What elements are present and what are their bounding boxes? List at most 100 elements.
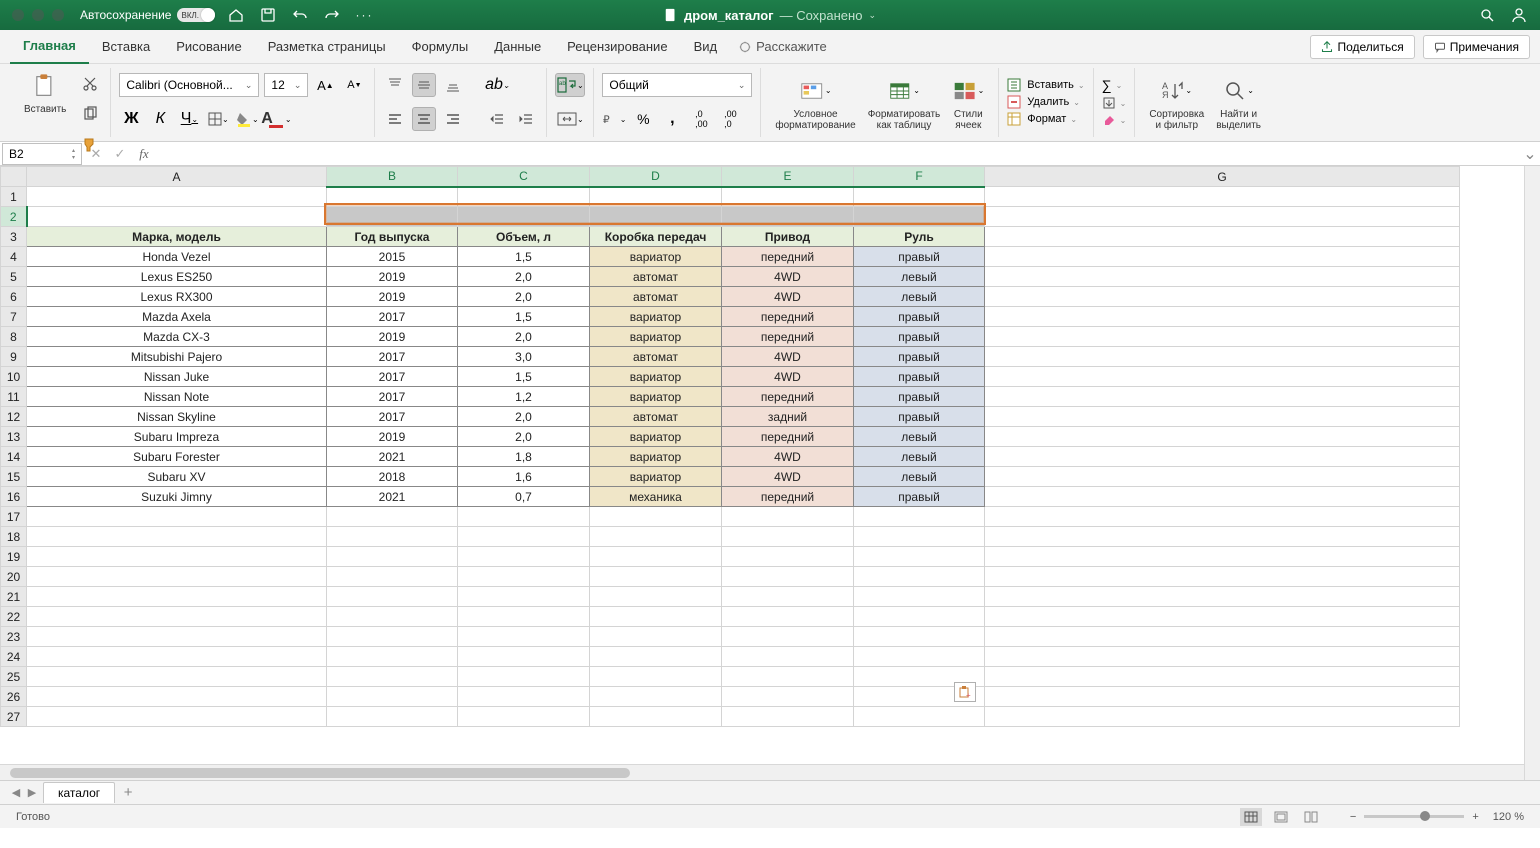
row-header-27[interactable]: 27 [1, 707, 27, 727]
cell-A8[interactable]: Mazda CX-3 [27, 327, 327, 347]
autosave-toggle[interactable]: ВКЛ. [177, 8, 215, 22]
col-header-F[interactable]: F [854, 167, 985, 187]
search-icon[interactable] [1478, 6, 1496, 24]
cell-C13[interactable]: 2,0 [458, 427, 590, 447]
cell-E11[interactable]: передний [722, 387, 854, 407]
cell-A1[interactable] [27, 187, 327, 207]
cell-E24[interactable] [722, 647, 854, 667]
cell-E20[interactable] [722, 567, 854, 587]
comma-icon[interactable]: , [660, 107, 684, 131]
cell-C27[interactable] [458, 707, 590, 727]
cell-C8[interactable]: 2,0 [458, 327, 590, 347]
cancel-icon[interactable]: ✕ [84, 146, 108, 162]
cell-G24[interactable] [985, 647, 1460, 667]
italic-icon[interactable]: К [148, 107, 172, 131]
cell-F20[interactable] [854, 567, 985, 587]
share-button[interactable]: Поделиться [1310, 35, 1414, 59]
page-layout-view-icon[interactable] [1270, 808, 1292, 826]
vertical-scrollbar[interactable] [1524, 166, 1540, 780]
cell-B25[interactable] [327, 667, 458, 687]
cell-F10[interactable]: правый [854, 367, 985, 387]
page-break-view-icon[interactable] [1300, 808, 1322, 826]
wrap-text-icon[interactable]: ab⌄ [555, 73, 585, 97]
cell-A10[interactable]: Nissan Juke [27, 367, 327, 387]
cell-E10[interactable]: 4WD [722, 367, 854, 387]
orientation-icon[interactable]: ab⌄ [485, 73, 509, 97]
cell-G21[interactable] [985, 587, 1460, 607]
cell-G8[interactable] [985, 327, 1460, 347]
cell-B14[interactable]: 2021 [327, 447, 458, 467]
home-icon[interactable] [227, 6, 245, 24]
cell-A5[interactable]: Lexus ES250 [27, 267, 327, 287]
cell-B13[interactable]: 2019 [327, 427, 458, 447]
cell-D4[interactable]: вариатор [590, 247, 722, 267]
cell-B10[interactable]: 2017 [327, 367, 458, 387]
cell-E5[interactable]: 4WD [722, 267, 854, 287]
cell-B2[interactable] [327, 207, 458, 227]
decrease-decimal-icon[interactable]: ,00,0 [718, 107, 742, 131]
cell-E27[interactable] [722, 707, 854, 727]
cell-B1[interactable] [327, 187, 458, 207]
tab-view[interactable]: Вид [681, 30, 731, 64]
cell-D20[interactable] [590, 567, 722, 587]
row-header-21[interactable]: 21 [1, 587, 27, 607]
cell-D21[interactable] [590, 587, 722, 607]
cell-C20[interactable] [458, 567, 590, 587]
cell-G26[interactable] [985, 687, 1460, 707]
cell-G27[interactable] [985, 707, 1460, 727]
cell-D22[interactable] [590, 607, 722, 627]
cell-A24[interactable] [27, 647, 327, 667]
cell-F11[interactable]: правый [854, 387, 985, 407]
delete-cells-button[interactable]: Удалить ⌄ [1007, 95, 1084, 109]
cell-G23[interactable] [985, 627, 1460, 647]
clear-button[interactable]: ⌄ [1102, 113, 1127, 127]
cell-D15[interactable]: вариатор [590, 467, 722, 487]
maximize-dot[interactable] [52, 9, 64, 21]
cell-C1[interactable] [458, 187, 590, 207]
cell-B22[interactable] [327, 607, 458, 627]
cell-G2[interactable] [985, 207, 1460, 227]
cell-E18[interactable] [722, 527, 854, 547]
row-header-5[interactable]: 5 [1, 267, 27, 287]
cell-F22[interactable] [854, 607, 985, 627]
cell-E17[interactable] [722, 507, 854, 527]
cell-B18[interactable] [327, 527, 458, 547]
format-as-table-button[interactable]: ⌄ Форматировать как таблицу [862, 73, 947, 133]
cell-A18[interactable] [27, 527, 327, 547]
increase-decimal-icon[interactable]: ,0,00 [689, 107, 713, 131]
cell-E8[interactable]: передний [722, 327, 854, 347]
cell-G13[interactable] [985, 427, 1460, 447]
fill-color-icon[interactable]: ⌄ [235, 107, 259, 131]
cell-C18[interactable] [458, 527, 590, 547]
cell-D24[interactable] [590, 647, 722, 667]
cell-D11[interactable]: вариатор [590, 387, 722, 407]
cell-G18[interactable] [985, 527, 1460, 547]
col-header-A[interactable]: A [27, 167, 327, 187]
cell-E26[interactable] [722, 687, 854, 707]
cell-C2[interactable] [458, 207, 590, 227]
cell-A13[interactable]: Subaru Impreza [27, 427, 327, 447]
redo-icon[interactable] [323, 6, 341, 24]
cell-G14[interactable] [985, 447, 1460, 467]
font-name-combo[interactable]: Calibri (Основной...⌄ [119, 73, 259, 97]
row-header-17[interactable]: 17 [1, 507, 27, 527]
expand-formula-icon[interactable]: ⌄ [1520, 144, 1540, 164]
increase-font-icon[interactable]: A▲ [313, 73, 337, 97]
cell-F19[interactable] [854, 547, 985, 567]
cell-D2[interactable] [590, 207, 722, 227]
row-header-7[interactable]: 7 [1, 307, 27, 327]
cell-B19[interactable] [327, 547, 458, 567]
percent-icon[interactable]: % [631, 107, 655, 131]
cell-E9[interactable]: 4WD [722, 347, 854, 367]
cell-D25[interactable] [590, 667, 722, 687]
cell-E2[interactable] [722, 207, 854, 227]
cell-B20[interactable] [327, 567, 458, 587]
cell-F12[interactable]: правый [854, 407, 985, 427]
cell-A19[interactable] [27, 547, 327, 567]
cell-A12[interactable]: Nissan Skyline [27, 407, 327, 427]
cell-D7[interactable]: вариатор [590, 307, 722, 327]
cell-E19[interactable] [722, 547, 854, 567]
cell-A2[interactable] [27, 207, 327, 227]
cell-E23[interactable] [722, 627, 854, 647]
cell-styles-button[interactable]: ⌄ Стили ячеек [946, 73, 990, 133]
